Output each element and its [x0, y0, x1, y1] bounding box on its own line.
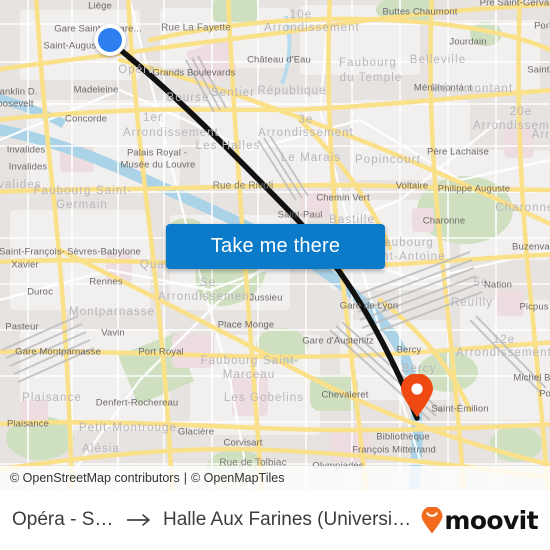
- moovit-logo[interactable]: moovit: [421, 505, 539, 535]
- origin-marker-dot: [98, 28, 122, 52]
- map-pin-icon: [401, 373, 433, 417]
- map-viewport[interactable]: LiègeGare Saint-Lazare...Saint-AugustinR…: [0, 0, 550, 490]
- attribution-tiles[interactable]: © OpenMapTiles: [191, 471, 285, 485]
- footer-origin-label: Opéra - Scri...: [12, 509, 117, 530]
- attribution-separator: |: [183, 471, 187, 485]
- moovit-wordmark: moovit: [444, 505, 538, 535]
- moovit-pin-smile-icon: [421, 506, 443, 533]
- attribution-osm[interactable]: © OpenStreetMap contributors: [10, 471, 180, 485]
- map-attribution: © OpenStreetMap contributors | © OpenMap…: [0, 466, 550, 490]
- destination-pin-marker[interactable]: [400, 373, 434, 418]
- take-me-there-button[interactable]: Take me there: [166, 224, 385, 269]
- footer-destination-label: Halle Aux Farines (Université de Par...: [163, 509, 415, 530]
- route-footer-bar: Opéra - Scri... Halle Aux Farines (Unive…: [0, 490, 550, 550]
- moovit-map-screen: LiègeGare Saint-Lazare...Saint-AugustinR…: [0, 0, 550, 550]
- arrow-right-icon: [127, 513, 153, 527]
- route-summary[interactable]: Opéra - Scri... Halle Aux Farines (Unive…: [12, 509, 415, 531]
- origin-dot-marker[interactable]: [94, 24, 126, 56]
